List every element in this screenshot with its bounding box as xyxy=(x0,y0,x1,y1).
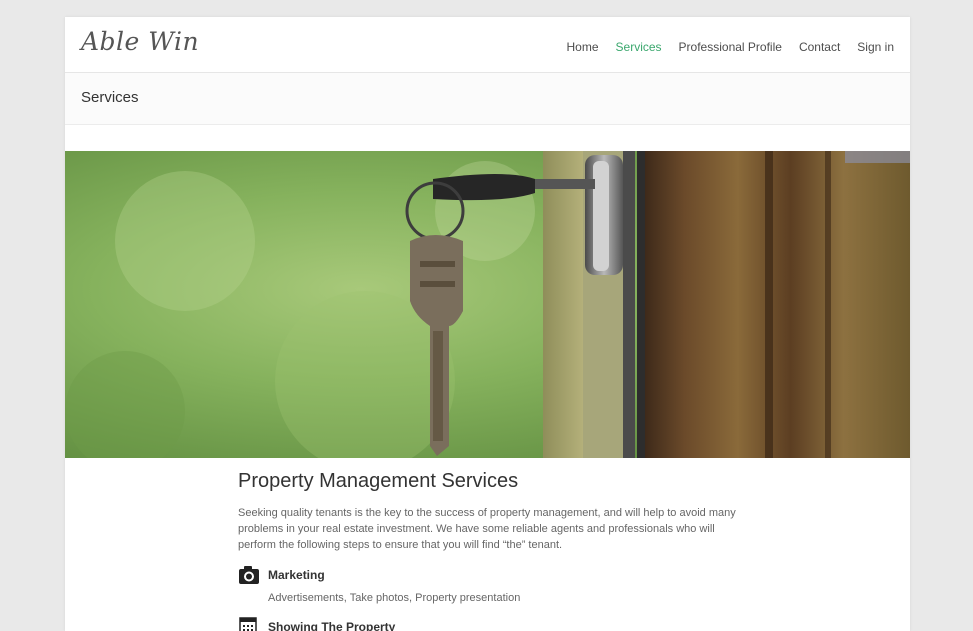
service-title: Marketing xyxy=(268,568,325,582)
camera-icon xyxy=(238,565,260,585)
nav-home[interactable]: Home xyxy=(567,40,599,54)
main-nav: Home Services Professional Profile Conta… xyxy=(567,40,894,54)
main-content: Property Management Services Seeking qua… xyxy=(238,470,758,631)
page-title: Services xyxy=(81,89,139,106)
hero-image xyxy=(65,151,910,458)
nav-sign-in[interactable]: Sign in xyxy=(857,40,894,54)
key-in-door-image xyxy=(65,151,910,458)
service-title: Showing The Property xyxy=(268,620,396,631)
site-header: Able Win Home Services Professional Prof… xyxy=(65,17,910,73)
page-container: Able Win Home Services Professional Prof… xyxy=(65,17,910,631)
nav-contact[interactable]: Contact xyxy=(799,40,840,54)
page-title-bar: Services xyxy=(65,73,910,125)
site-logo[interactable]: Able Win xyxy=(81,27,199,56)
service-item-marketing: Marketing Advertisements, Take photos, P… xyxy=(238,565,758,605)
nav-services[interactable]: Services xyxy=(616,40,662,54)
intro-paragraph: Seeking quality tenants is the key to th… xyxy=(238,507,736,551)
service-description: Advertisements, Take photos, Property pr… xyxy=(268,592,521,604)
nav-professional-profile[interactable]: Professional Profile xyxy=(679,40,782,54)
service-item-showing: Showing The Property xyxy=(238,617,758,631)
calendar-icon xyxy=(238,617,260,631)
section-heading: Property Management Services xyxy=(238,470,519,492)
